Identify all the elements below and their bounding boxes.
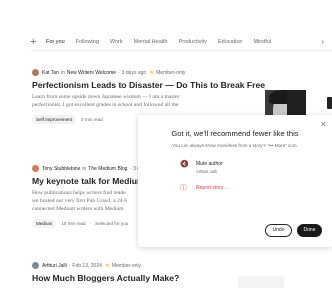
avatar[interactable] (32, 262, 39, 269)
article-byline: Arttturi Jalli · Feb 13, 2024 ★ Member-o… (32, 261, 322, 270)
chevron-right-icon[interactable]: › (321, 37, 324, 46)
topic-tabs: + For you Following Work Mental Health P… (30, 33, 332, 51)
selected-label: Selected for you (95, 221, 129, 226)
report-story-option[interactable]: ⓘ Report story... (180, 185, 290, 209)
sidebar-marker (327, 97, 332, 109)
close-icon[interactable]: × (321, 120, 326, 129)
dialog-title: Got it, we'll recommend fewer like this (171, 129, 299, 138)
topic-tag[interactable]: Self Improvement (32, 115, 76, 124)
publication-name[interactable]: New Writers Welcome (67, 70, 116, 76)
star-icon: ★ (104, 262, 110, 269)
author-name[interactable]: Kat Tan (42, 70, 59, 76)
read-time: 10 min read (61, 221, 86, 226)
avatar[interactable] (32, 69, 39, 76)
tabs-fade (288, 33, 332, 50)
article-thumbnail[interactable] (238, 276, 284, 288)
undo-button[interactable]: Undo (265, 224, 292, 237)
tab-education[interactable]: Education (218, 33, 242, 50)
publication-prefix: in (60, 69, 65, 76)
member-badge: Member-only (111, 262, 141, 269)
publication-name[interactable]: The Medium Blog (88, 166, 127, 172)
mute-author-option[interactable]: 🔇 Mute author Arttturi Jalli (180, 161, 290, 185)
mute-author-label: Mute author (196, 161, 223, 167)
star-icon: ★ (149, 69, 155, 76)
tab-productivity[interactable]: Productivity (179, 33, 207, 50)
member-badge: Member-only (156, 69, 186, 76)
article-byline: Kat Tan in New Writers Welcome · 3 days … (32, 68, 322, 77)
read-time: 3 min read (81, 117, 103, 122)
article-excerpt: Learn from some upside down Japanese wis… (32, 94, 180, 108)
done-button[interactable]: Done (297, 224, 322, 237)
article-time: 3 days ago (121, 69, 147, 76)
muted-author-name: Arttturi Jalli (196, 169, 217, 174)
tab-mindful[interactable]: Mindful (253, 33, 271, 50)
report-story-label: Report story... (196, 185, 228, 191)
tab-following[interactable]: Following (76, 33, 99, 50)
topic-tag[interactable]: Medium (32, 219, 57, 228)
feedback-dialog: × Got it, we'll recommend fewer like thi… (138, 115, 332, 247)
tab-work[interactable]: Work (110, 33, 123, 50)
publication-prefix: in (82, 165, 87, 172)
dialog-options: 🔇 Mute author Arttturi Jalli ⓘ Report st… (180, 161, 290, 209)
article-time: Feb 13, 2024 (72, 262, 102, 269)
add-topic-icon[interactable]: + (30, 36, 46, 48)
author-name[interactable]: Tony Stubblebine (42, 166, 80, 172)
top-bar (0, 0, 332, 14)
tab-mental-health[interactable]: Mental Health (134, 33, 168, 50)
mute-icon: 🔇 (180, 161, 189, 168)
tab-for-you[interactable]: For you (46, 33, 65, 50)
dialog-subtitle: You can always show more/less from a sto… (172, 143, 298, 148)
article-excerpt: How publications helps writers find read… (32, 190, 128, 212)
report-icon: ⓘ (180, 185, 187, 192)
author-name[interactable]: Arttturi Jalli (42, 263, 67, 269)
avatar[interactable] (32, 165, 39, 172)
